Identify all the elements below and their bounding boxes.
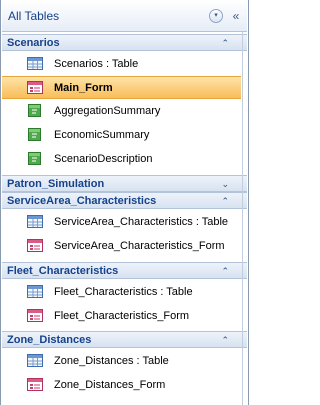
list-item[interactable]: Fleet_Characteristics : Table (2, 281, 241, 304)
collapse-pane-icon[interactable]: « (228, 8, 244, 24)
form-icon (27, 378, 43, 391)
group-label: Zone_Distances (7, 334, 92, 346)
chevron-up-icon[interactable]: ⌃ (221, 334, 229, 346)
item-label: Fleet_Characteristics : Table (54, 286, 193, 298)
form-icon (27, 239, 43, 252)
query-icon (27, 104, 43, 117)
group-header-servicearea-characteristics[interactable]: ServiceArea_Characteristics ⌃ (2, 192, 247, 209)
chevron-up-icon[interactable]: ⌃ (221, 265, 229, 277)
chevron-down-icon[interactable]: ▾ (209, 9, 223, 23)
list-item[interactable]: EconomicSummary (2, 124, 241, 147)
list-item[interactable]: Scenarios : Table (2, 53, 241, 76)
item-label: AggregationSummary (54, 105, 161, 117)
form-icon (27, 309, 43, 322)
chevron-up-icon[interactable]: ⌃ (221, 195, 229, 207)
item-label: EconomicSummary (54, 129, 150, 141)
group-header-zone-distances[interactable]: Zone_Distances ⌃ (2, 331, 247, 348)
group-label: Patron_Simulation (7, 178, 105, 190)
query-icon (27, 128, 43, 141)
group-header-scenarios[interactable]: Scenarios ⌃ (2, 34, 247, 51)
group-header-fleet-characteristics[interactable]: Fleet_Characteristics ⌃ (2, 262, 247, 279)
group-label: Scenarios (7, 37, 60, 49)
group-label: Fleet_Characteristics (7, 265, 119, 277)
chevron-down-icon[interactable]: ⌄ (221, 178, 229, 190)
list-item[interactable]: Main_Form (2, 76, 241, 99)
group-label: ServiceArea_Characteristics (7, 195, 157, 207)
item-label: Scenarios : Table (54, 58, 139, 70)
item-label: ServiceArea_Characteristics_Form (54, 240, 225, 252)
table-icon (27, 215, 43, 228)
navigation-pane-title: All Tables (8, 9, 60, 23)
table-icon (27, 57, 43, 70)
list-item[interactable]: AggregationSummary (2, 100, 241, 123)
item-label: Zone_Distances : Table (54, 355, 169, 367)
list-item[interactable]: ScenarioDescription (2, 148, 241, 171)
list-item[interactable]: ServiceArea_Characteristics_Form (2, 235, 241, 258)
list-item[interactable]: Zone_Distances : Table (2, 350, 241, 373)
list-item[interactable]: Fleet_Characteristics_Form (2, 305, 241, 328)
form-icon (27, 81, 43, 94)
item-label: Main_Form (54, 82, 113, 94)
navigation-pane: All Tables ▾ « Scenarios ⌃ Scenarios : T… (0, 0, 249, 405)
group-header-patron-simulation[interactable]: Patron_Simulation ⌄ (2, 175, 247, 192)
item-label: Fleet_Characteristics_Form (54, 310, 190, 322)
item-label: Zone_Distances_Form (54, 379, 166, 391)
item-label: ScenarioDescription (54, 153, 153, 165)
table-icon (27, 285, 43, 298)
query-icon (27, 152, 43, 165)
list-item[interactable]: ServiceArea_Characteristics : Table (2, 211, 241, 234)
list-item[interactable]: Zone_Distances_Form (2, 374, 241, 397)
item-label: ServiceArea_Characteristics : Table (54, 216, 229, 228)
chevron-up-icon[interactable]: ⌃ (221, 37, 229, 49)
navigation-pane-header[interactable]: All Tables ▾ « (2, 0, 247, 32)
table-icon (27, 354, 43, 367)
